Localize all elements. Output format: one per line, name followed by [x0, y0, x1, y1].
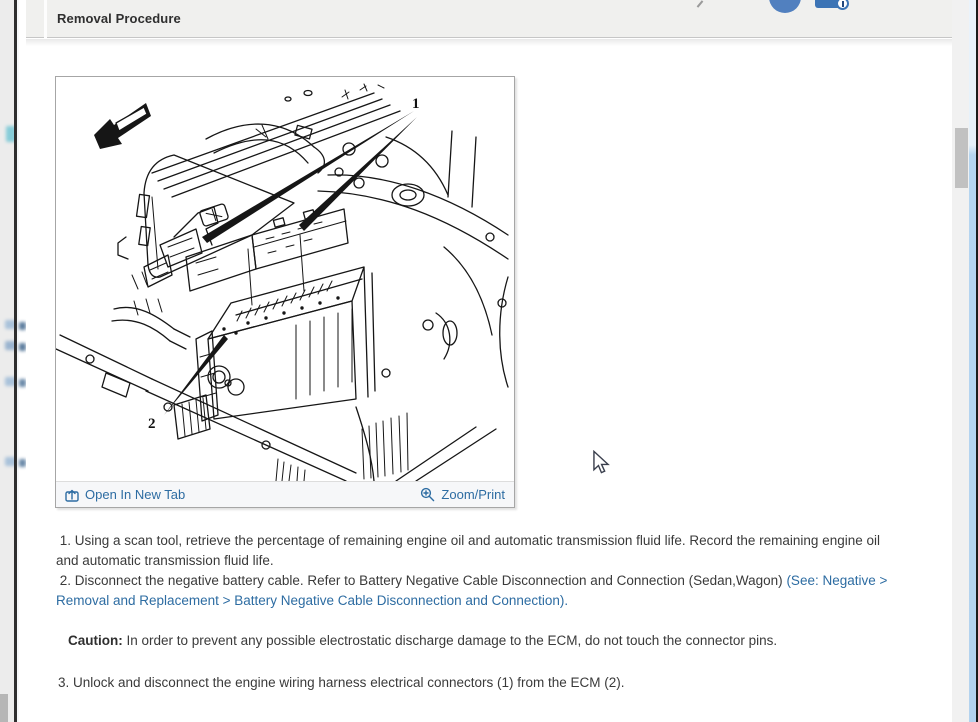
background-gutter [0, 0, 14, 722]
background-smudge [19, 343, 26, 351]
scrollbar-thumb[interactable] [955, 128, 968, 188]
background-smudge [19, 459, 26, 467]
caution-note: Caution: In order to prevent any possibl… [56, 631, 922, 651]
magnifier-plus-icon [421, 487, 435, 502]
page-title: Removal Procedure [57, 11, 181, 26]
zoom-print-label: Zoom/Print [441, 487, 505, 502]
callout-1-label: 1 [412, 96, 420, 112]
caution-text: In order to prevent any possible electro… [122, 633, 778, 648]
mouse-cursor [593, 450, 610, 474]
scrollbar-track[interactable] [952, 0, 969, 722]
callout-2-label: 2 [148, 416, 156, 432]
callout-1-leader [299, 117, 417, 231]
toolbar-notch [44, 0, 47, 38]
open-in-new-tab-label: Open In New Tab [85, 487, 186, 502]
background-smudge [19, 379, 26, 387]
background-block [0, 694, 8, 722]
step-2-text: 2. Disconnect the negative battery cable… [56, 573, 787, 588]
figure-frame: 1 2 Open In New Tab Zoom/Print [55, 76, 515, 508]
panel-right-blue-border [969, 0, 976, 722]
procedure-steps: 1. Using a scan tool, retrieve the perce… [56, 531, 922, 693]
panel-left-blue-border [19, 0, 26, 722]
open-in-new-tab-link[interactable]: Open In New Tab [65, 487, 185, 502]
external-link-icon [65, 489, 79, 502]
step-1: 1. Using a scan tool, retrieve the perce… [56, 533, 880, 568]
engine-bay-drawing: 1 2 [55, 83, 509, 482]
zoom-print-link[interactable]: Zoom/Print [420, 487, 505, 502]
step-2: 2. Disconnect the negative battery cable… [56, 571, 922, 611]
figure-toolbar: Open In New Tab Zoom/Print [56, 481, 514, 507]
step-3: 3. Unlock and disconnect the engine wiri… [58, 675, 625, 690]
caution-label: Caution: [68, 633, 123, 648]
background-smudge [19, 322, 26, 330]
technical-illustration: 1 2 [55, 77, 514, 482]
toolbar-shadow [26, 39, 969, 46]
